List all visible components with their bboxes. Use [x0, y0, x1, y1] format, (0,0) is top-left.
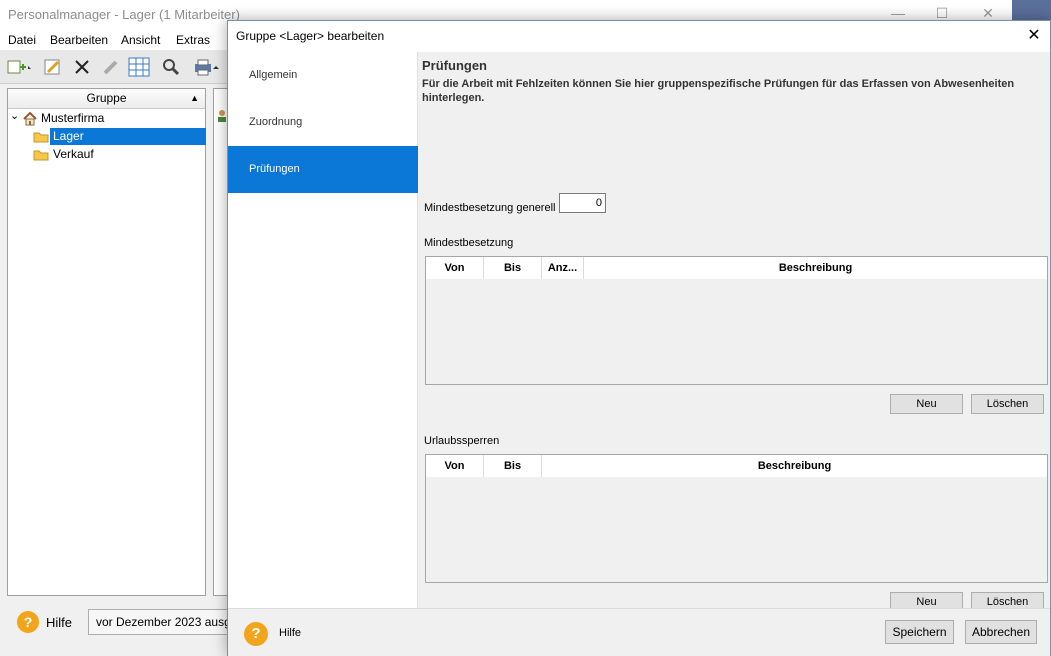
col-von[interactable]: Von — [426, 257, 484, 279]
menu-ansicht[interactable]: Ansicht — [121, 33, 160, 47]
tree-label-verkauf: Verkauf — [53, 147, 94, 161]
sort-ascending-icon[interactable]: ▲ — [190, 89, 199, 108]
folder-icon — [33, 150, 49, 161]
chevron-down-icon[interactable]: ⌄ — [10, 108, 19, 125]
dialog-nav: Allgemein Zuordnung Prüfungen — [228, 52, 418, 608]
grid-icon[interactable] — [126, 55, 150, 79]
save-button[interactable]: Speichern — [885, 620, 954, 644]
tree-item-verkauf[interactable]: Verkauf — [32, 146, 206, 163]
tree-label-root: Musterfirma — [41, 111, 105, 125]
col-beschreibung[interactable]: Beschreibung — [584, 257, 1047, 279]
tool-icon[interactable] — [98, 55, 122, 79]
col-beschreibung[interactable]: Beschreibung — [542, 455, 1047, 477]
min-delete-button[interactable]: Löschen — [971, 394, 1044, 414]
vacation-block-table[interactable]: Von Bis Beschreibung — [425, 454, 1048, 583]
main-help-label[interactable]: Hilfe — [46, 615, 72, 630]
status-filter-box[interactable]: vor Dezember 2023 ausgetreten — [88, 609, 233, 635]
tree-item-lager[interactable]: Lager — [32, 128, 206, 145]
tree-header[interactable]: Gruppe ▲ — [8, 89, 205, 109]
vac-section-label: Urlaubssperren — [424, 435, 500, 447]
nav-item-zuordnung[interactable]: Zuordnung — [228, 99, 418, 146]
content-pane: Prüfungen Für die Arbeit mit Fehlzeiten … — [419, 52, 1050, 612]
home-icon — [23, 111, 37, 126]
menu-extras[interactable]: Extras — [176, 33, 210, 47]
col-anzahl[interactable]: Anz... — [542, 257, 584, 279]
menu-bearbeiten[interactable]: Bearbeiten — [50, 33, 108, 47]
dialog-title: Gruppe <Lager> bearbeiten — [236, 29, 385, 43]
dialog-help-label[interactable]: Hilfe — [279, 627, 301, 639]
print-icon[interactable] — [190, 55, 222, 79]
folder-icon — [33, 132, 49, 143]
help-icon[interactable]: ? — [17, 611, 39, 633]
main-window-title: Personalmanager - Lager (1 Mitarbeiter) — [8, 7, 240, 22]
section-description: Für die Arbeit mit Fehlzeiten können Sie… — [422, 78, 1015, 104]
col-bis[interactable]: Bis — [484, 257, 542, 279]
help-icon[interactable]: ? — [244, 622, 268, 646]
dialog-titlebar: Gruppe <Lager> bearbeiten ✕ — [228, 21, 1050, 52]
min-new-button[interactable]: Neu — [890, 394, 963, 414]
vac-table-header: Von Bis Beschreibung — [426, 455, 1047, 477]
cancel-button[interactable]: Abbrechen — [965, 620, 1037, 644]
search-icon[interactable] — [158, 55, 182, 79]
close-icon[interactable]: ✕ — [1024, 26, 1044, 46]
delete-icon[interactable] — [69, 55, 93, 79]
min-table-header: Von Bis Anz... Beschreibung — [426, 257, 1047, 279]
nav-item-allgemein[interactable]: Allgemein — [228, 52, 418, 99]
group-tree: Gruppe ▲ ⌄ Musterfirma Lager Verkauf — [7, 88, 206, 596]
section-title: Prüfungen — [422, 58, 487, 73]
min-general-input[interactable] — [559, 193, 606, 213]
tree-item-musterfirma[interactable]: ⌄ Musterfirma — [10, 110, 205, 127]
col-bis[interactable]: Bis — [484, 455, 542, 477]
tree-label-lager: Lager — [50, 128, 206, 145]
dialog-footer: ? Hilfe Speichern Abbrechen — [228, 608, 1050, 656]
min-staffing-table[interactable]: Von Bis Anz... Beschreibung — [425, 256, 1048, 385]
col-von[interactable]: Von — [426, 455, 484, 477]
tree-header-label: Gruppe — [86, 91, 127, 105]
edit-group-dialog: Gruppe <Lager> bearbeiten ✕ Allgemein Zu… — [227, 20, 1051, 656]
new-icon[interactable] — [4, 55, 32, 79]
menu-datei[interactable]: Datei — [8, 33, 36, 47]
min-general-label: Mindestbesetzung generell — [424, 202, 556, 214]
edit-icon[interactable] — [40, 55, 64, 79]
nav-item-pruefungen[interactable]: Prüfungen — [228, 146, 418, 193]
min-section-label: Mindestbesetzung — [424, 237, 514, 249]
